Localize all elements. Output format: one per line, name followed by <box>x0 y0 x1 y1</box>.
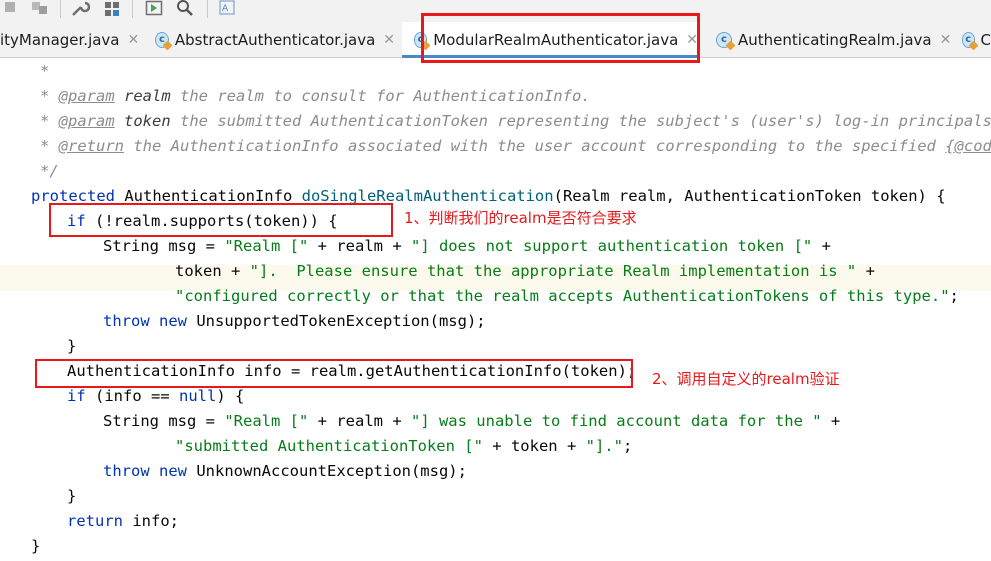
string-literal: "]. Please ensure that the appropriate R… <box>249 262 857 280</box>
code-line: "configured correctly or that the realm … <box>175 284 959 309</box>
tab-label: C <box>980 30 991 49</box>
keyword: if <box>67 387 86 405</box>
toolbar-separator <box>60 0 61 18</box>
comment-text: the realm to consult for AuthenticationI… <box>170 87 591 105</box>
svg-text:A: A <box>222 4 229 14</box>
string-literal: "Realm [" <box>224 237 309 255</box>
comment-text: * <box>40 62 50 80</box>
javadoc-param: token <box>124 112 171 130</box>
tab-security-manager[interactable]: ityManager.java ✕ <box>0 22 150 57</box>
tab-abstract-authenticator[interactable]: c AbstractAuthenticator.java ✕ <box>155 22 395 57</box>
tab-label: AuthenticatingRealm.java <box>738 30 932 49</box>
comment-text: */ <box>40 162 59 180</box>
code-text: + <box>812 237 831 255</box>
cube-icon[interactable] <box>2 0 18 16</box>
code-line: "submitted AuthenticationToken [" + toke… <box>175 434 632 459</box>
code-text: } <box>67 487 77 505</box>
comment-text: the submitted AuthenticationToken repres… <box>170 112 991 130</box>
code-line: String msg = "Realm [" + realm + "] was … <box>103 409 840 434</box>
annotation-box-supports-check <box>49 203 393 237</box>
string-literal: "configured correctly or that the realm … <box>175 287 950 305</box>
code-text: ; <box>622 437 633 455</box>
code-line: * @return the AuthenticationInfo associa… <box>40 134 991 159</box>
keyword: new <box>159 312 188 330</box>
code-line: String msg = "Realm [" + realm + "] does… <box>103 234 831 259</box>
string-literal: "] does not support authentication token… <box>410 237 813 255</box>
javadoc-param: realm <box>124 87 171 105</box>
code-line: * <box>40 59 49 84</box>
code-text: String msg = <box>103 412 225 430</box>
annotation-box-get-auth-info <box>35 359 633 388</box>
javadoc-tag: {@code <box>945 137 991 155</box>
code-text: + realm + <box>308 412 411 430</box>
code-text: token + <box>175 262 250 280</box>
code-line: * @param realm the realm to consult for … <box>40 87 591 105</box>
code-text: + <box>821 412 841 430</box>
code-text: ; <box>949 287 959 305</box>
annotation-note-2: 2、调用自定义的realm验证 <box>652 370 840 388</box>
keyword: return <box>67 512 123 530</box>
translate-icon[interactable]: A <box>218 0 238 16</box>
code-line: throw new UnsupportedTokenException(msg)… <box>103 309 486 334</box>
code-text: + token + <box>482 437 586 455</box>
comment-text: the AuthenticationInfo associated with t… <box>124 137 946 155</box>
string-literal: "Realm [" <box>224 412 309 430</box>
code-line: */ <box>40 159 59 184</box>
close-icon[interactable]: ✕ <box>128 32 140 48</box>
toolbar-separator <box>132 0 133 18</box>
project-structure-icon[interactable] <box>103 0 123 16</box>
keyword: throw <box>103 462 150 480</box>
close-icon[interactable]: ✕ <box>383 32 395 48</box>
code-line: throw new UnknownAccountException(msg); <box>103 459 467 484</box>
code-line: } <box>67 484 76 509</box>
java-class-icon: c <box>155 31 169 48</box>
code-text: ) { <box>216 387 245 405</box>
tab-overflow[interactable]: c C <box>962 22 991 57</box>
run-icon[interactable] <box>145 0 165 16</box>
code-text: (info == <box>85 387 179 405</box>
code-text: UnsupportedTokenException(msg); <box>187 312 486 330</box>
code-text: UnknownAccountException(msg); <box>187 462 467 480</box>
code-line: } <box>67 334 76 359</box>
java-class-icon: c <box>716 31 732 48</box>
tab-authenticating-realm[interactable]: c AuthenticatingRealm.java ✕ <box>716 22 956 57</box>
javadoc-tag: @param <box>58 87 115 105</box>
code-text: info; <box>123 512 179 530</box>
annotation-note-1: 1、判断我们的realm是否符合要求 <box>404 209 637 227</box>
keyword: throw <box>103 312 150 330</box>
search-icon[interactable] <box>176 0 196 16</box>
tab-label: ityManager.java <box>0 30 120 49</box>
string-literal: "submitted AuthenticationToken [" <box>175 437 483 455</box>
code-editor[interactable]: * * @param realm the realm to consult fo… <box>0 58 991 561</box>
code-line: } <box>31 534 40 559</box>
java-class-icon: c <box>962 31 975 48</box>
code-text: + realm + <box>308 237 411 255</box>
wrench-icon[interactable] <box>70 0 90 16</box>
code-text: String msg = <box>103 237 225 255</box>
javadoc-tag: @return <box>58 137 124 155</box>
keyword: new <box>159 462 188 480</box>
tab-label: AbstractAuthenticator.java <box>174 30 376 49</box>
code-text: + <box>856 262 875 280</box>
code-line: token + "]. Please ensure that the appro… <box>175 259 875 284</box>
cube-icon[interactable] <box>30 0 50 16</box>
code-line: return info; <box>67 509 179 534</box>
string-literal: "] was unable to find account data for t… <box>410 412 822 430</box>
toolbar-separator <box>207 0 208 18</box>
javadoc-tag: @param <box>58 112 115 130</box>
close-icon[interactable]: ✕ <box>940 32 952 48</box>
annotation-box-active-tab <box>421 13 700 63</box>
keyword: null <box>179 387 217 405</box>
string-literal: "]." <box>585 437 623 455</box>
code-text: (Realm realm, AuthenticationToken token)… <box>553 187 946 205</box>
code-text: } <box>67 337 77 355</box>
code-line: * @param token the submitted Authenticat… <box>40 109 991 134</box>
code-text: } <box>31 537 41 555</box>
